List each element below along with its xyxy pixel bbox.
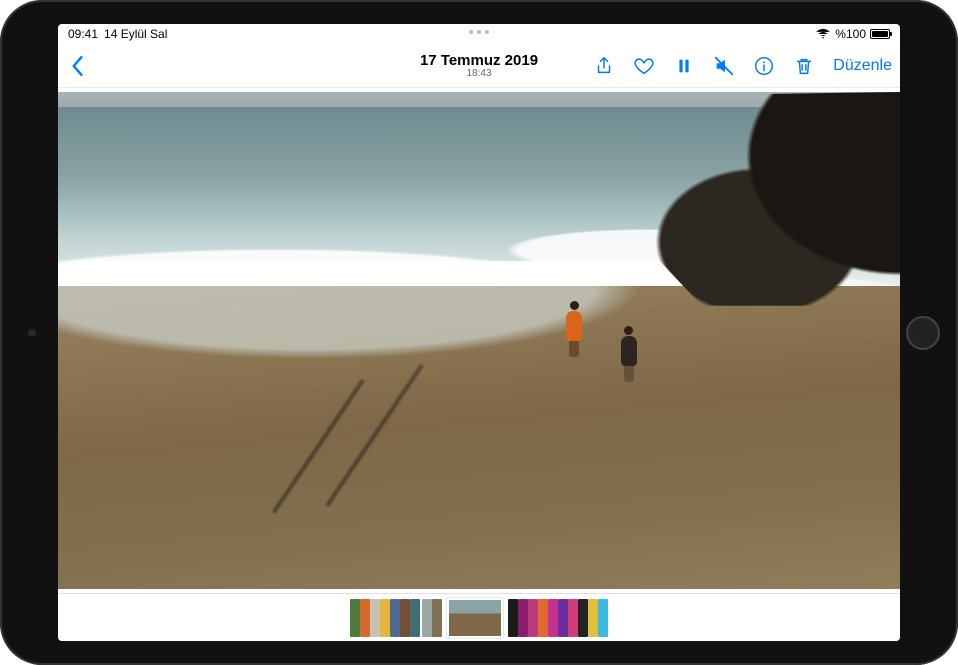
photo-viewport[interactable] <box>58 88 900 593</box>
photo-time: 18:43 <box>420 68 538 79</box>
thumbnail[interactable] <box>528 599 538 637</box>
figure-2 <box>618 326 640 382</box>
status-time: 09:41 <box>68 27 98 41</box>
thumbnail[interactable] <box>578 599 588 637</box>
photo-date: 17 Temmuz 2019 <box>420 52 538 69</box>
thumb-group[interactable] <box>508 599 608 637</box>
ipad-device-frame: 09:41 14 Eylül Sal %100 17 Temm <box>0 0 958 665</box>
thumbnail[interactable] <box>518 599 528 637</box>
thumbnail[interactable] <box>360 599 370 637</box>
status-bar: 09:41 14 Eylül Sal %100 <box>58 24 900 44</box>
home-button[interactable] <box>906 316 940 350</box>
thumbnail[interactable] <box>598 599 608 637</box>
thumbnail-current[interactable] <box>447 598 503 638</box>
back-button[interactable] <box>66 55 88 77</box>
thumbnail[interactable] <box>400 599 410 637</box>
thumbnail[interactable] <box>588 599 598 637</box>
thumbnail[interactable] <box>538 599 548 637</box>
thumbnail[interactable] <box>432 599 442 637</box>
thumbnail[interactable] <box>422 599 432 637</box>
battery-percent: %100 <box>835 27 866 41</box>
screen: 09:41 14 Eylül Sal %100 17 Temm <box>58 24 900 641</box>
front-camera <box>28 329 36 337</box>
thumbnail[interactable] <box>350 599 360 637</box>
nav-title: 17 Temmuz 2019 18:43 <box>420 52 538 79</box>
thumbnail[interactable] <box>558 599 568 637</box>
delete-button[interactable] <box>793 55 815 77</box>
edit-button[interactable]: Düzenle <box>833 57 892 75</box>
thumb-group[interactable] <box>350 599 420 637</box>
thumbnail[interactable] <box>390 599 400 637</box>
multitask-dots[interactable] <box>469 30 489 34</box>
nav-bar: 17 Temmuz 2019 18:43 <box>58 44 900 88</box>
pause-button[interactable] <box>673 55 695 77</box>
thumbnail[interactable] <box>568 599 578 637</box>
main-photo[interactable] <box>58 92 900 589</box>
favorite-button[interactable] <box>633 55 655 77</box>
thumbnail[interactable] <box>410 599 420 637</box>
wifi-icon <box>815 28 831 40</box>
thumbnail[interactable] <box>508 599 518 637</box>
thumbnail[interactable] <box>380 599 390 637</box>
share-button[interactable] <box>593 55 615 77</box>
info-button[interactable] <box>753 55 775 77</box>
thumb-group[interactable] <box>422 599 442 637</box>
thumbnail-strip[interactable] <box>58 593 900 641</box>
thumbnail[interactable] <box>548 599 558 637</box>
thumbnail[interactable] <box>370 599 380 637</box>
figure-1 <box>563 301 585 357</box>
battery-icon <box>870 29 890 39</box>
status-date: 14 Eylül Sal <box>104 27 167 41</box>
mute-button[interactable] <box>713 55 735 77</box>
